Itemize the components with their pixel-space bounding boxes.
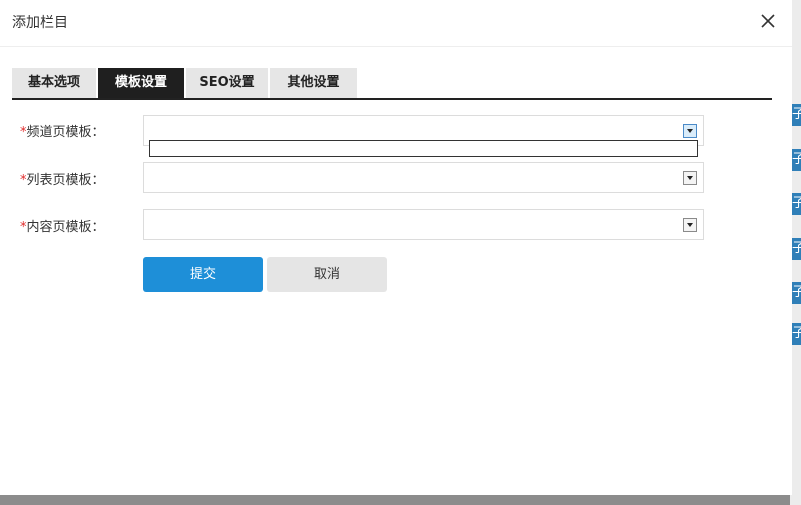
cancel-button[interactable]: 取消 [267,257,387,292]
list-template-label: *列表页模板： [20,169,105,188]
chevron-down-icon[interactable] [683,218,697,232]
channel-template-dropdown-list[interactable] [149,140,698,157]
background-tag: 子 [792,282,801,304]
content-template-label: *内容页模板： [20,216,105,235]
tab-seo-settings[interactable]: SEO设置 [186,68,268,98]
tab-basic-options[interactable]: 基本选项 [12,68,96,98]
background-tag: 子 [792,323,801,345]
background-tag: 子 [792,193,801,215]
close-icon[interactable] [760,13,776,29]
background-tag: 子 [792,104,801,126]
dialog-title: 添加栏目 [12,15,68,31]
tab-template-settings[interactable]: 模板设置 [98,68,184,98]
chevron-down-icon[interactable] [683,171,697,185]
background-tag: 子 [792,238,801,260]
channel-template-label-text: 频道页模板： [26,125,105,140]
chevron-down-icon[interactable] [683,124,697,138]
channel-template-label: *频道页模板： [20,121,105,140]
tab-other-settings[interactable]: 其他设置 [270,68,357,98]
background-tag: 子 [792,149,801,171]
list-template-label-text: 列表页模板： [26,173,105,188]
content-template-label-text: 内容页模板： [26,220,105,235]
tab-bar: 基本选项 模板设置 SEO设置 其他设置 [12,68,772,100]
content-template-select[interactable] [143,209,704,240]
list-template-select[interactable] [143,162,704,193]
add-column-dialog: 添加栏目 基本选项 模板设置 SEO设置 其他设置 *频道页模板： *列表页模板… [0,0,792,495]
dialog-header: 添加栏目 [0,0,792,47]
submit-button[interactable]: 提交 [143,257,263,292]
